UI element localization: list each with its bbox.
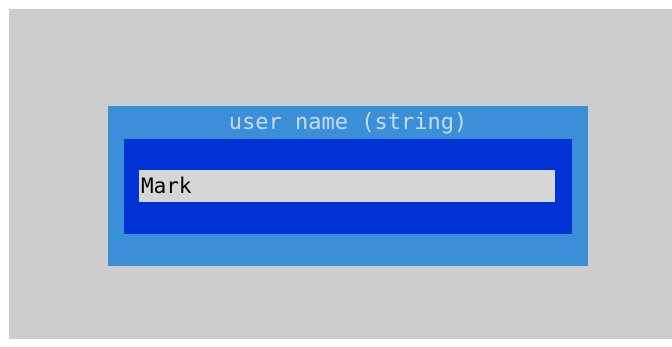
dialog-title: user name (string) (228, 110, 468, 135)
terminal-screen: user name (string) (9, 9, 672, 339)
input-dialog: user name (string) (108, 106, 588, 266)
user-name-input[interactable] (139, 170, 555, 202)
dialog-body (124, 139, 572, 234)
